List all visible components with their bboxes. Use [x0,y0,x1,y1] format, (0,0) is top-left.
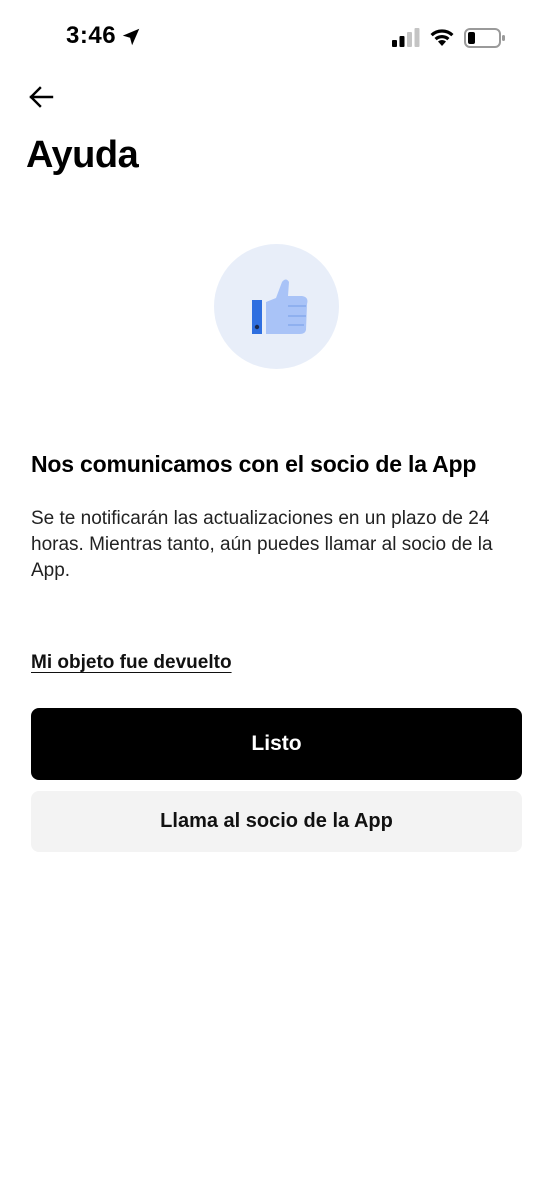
confirmation-body: Se te notificarán las actualizaciones en… [31,508,493,581]
thumbs-up-icon [251,279,307,334]
location-arrow-icon [122,28,140,46]
thumbs-up-illustration [214,244,339,369]
item-returned-link[interactable]: Mi objeto fue devuelto [31,652,232,674]
back-button[interactable] [24,80,58,114]
confirmation-heading: Nos comunicamos con el socio de la App [31,451,477,477]
cell-signal-icon [392,28,420,47]
arrow-left-icon [29,86,54,108]
page-title: Ayuda [26,134,139,176]
status-bar: 3:46 [0,0,553,76]
help-screen: 3:46 Ayuda Nos comunicamos con el socio … [0,0,553,1200]
wifi-icon [430,29,454,46]
done-button[interactable]: Listo [31,708,522,780]
status-time: 3:46 [66,22,117,49]
battery-icon [464,28,505,48]
call-partner-button[interactable]: Llama al socio de la App [31,791,522,852]
